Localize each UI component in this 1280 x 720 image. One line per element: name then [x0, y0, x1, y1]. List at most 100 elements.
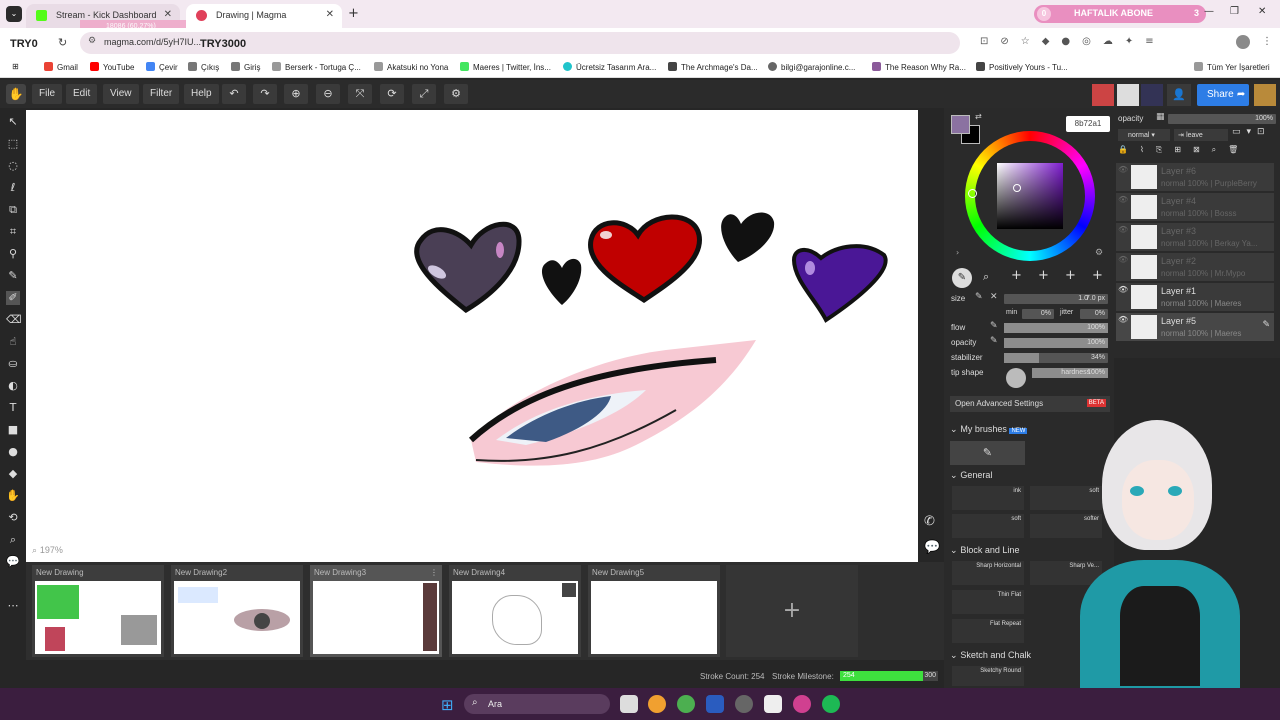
bookmark-akatsuki[interactable]: Akatsuki no Yona — [374, 62, 448, 72]
circle-icon[interactable]: ● — [6, 445, 20, 459]
avatar[interactable] — [1117, 84, 1139, 106]
close-window-button[interactable]: ✕ — [1258, 6, 1266, 17]
magma-logo-icon[interactable]: ✋ — [6, 84, 26, 104]
search-icon[interactable]: ⌕ — [983, 270, 989, 284]
brush-ink[interactable]: ink — [952, 486, 1024, 510]
text-icon[interactable]: T — [6, 401, 20, 415]
layer-item-selected[interactable]: 👁 Layer #5 normal 100% | Maeres ✎ — [1116, 313, 1274, 341]
layer-actions[interactable]: 🔒⌇⎘⊞⊠⌕🗑 — [1118, 145, 1278, 157]
task-view-icon[interactable] — [620, 695, 638, 713]
drawing-thumbnail[interactable]: New Drawing4 — [449, 565, 581, 657]
close-icon[interactable]: ✕ — [164, 9, 172, 20]
app-icon[interactable] — [793, 695, 811, 713]
layer-item[interactable]: 👁 Layer #3 normal 100% | Berkay Ya... — [1116, 223, 1274, 251]
avatar[interactable] — [1141, 84, 1163, 106]
color-picker-handle[interactable] — [1013, 184, 1021, 192]
redo-icon[interactable]: ↷ — [253, 84, 277, 104]
visibility-icon[interactable]: 👁 — [1118, 315, 1128, 324]
min-slider[interactable]: 0% — [1022, 309, 1054, 319]
more-tools-icon[interactable]: ⋯ — [6, 599, 20, 613]
visibility-icon[interactable]: 👁 — [1118, 255, 1128, 264]
saturation-value-square[interactable] — [997, 163, 1063, 229]
bookmark-cikis[interactable]: Çıkış — [188, 62, 219, 72]
visibility-icon[interactable]: 👁 — [1118, 165, 1128, 174]
zoom-icon[interactable]: ⌕ — [6, 533, 20, 547]
add-preset-icon[interactable]: + — [1092, 268, 1103, 283]
more-icon[interactable]: ⋮ — [1262, 36, 1272, 47]
flow-slider[interactable]: 100% — [1004, 323, 1108, 333]
hardness-slider[interactable]: hardness100% — [1032, 368, 1108, 378]
layer-toolbar-icons[interactable]: ▭▾⊡ — [1232, 127, 1271, 137]
add-user-button[interactable]: 👤 — [1167, 84, 1191, 106]
brush-thin-flat[interactable]: Thin Flat — [952, 590, 1024, 614]
tip-shape-circle[interactable] — [1006, 368, 1026, 388]
hand-icon[interactable]: ✋ — [6, 489, 20, 503]
menu-help[interactable]: Help — [184, 84, 219, 104]
chat-icon[interactable]: 💬 — [6, 555, 20, 569]
minimize-button[interactable]: — — [1204, 6, 1214, 17]
undo-icon[interactable]: ↶ — [222, 84, 246, 104]
chrome-icon[interactable] — [677, 695, 695, 713]
gear-icon[interactable]: ⚙ — [1095, 248, 1103, 258]
add-preset-icon[interactable]: + — [1038, 268, 1049, 283]
bookmark-maeres[interactable]: Maeres | Twitter, İns... — [460, 62, 551, 72]
layer-item[interactable]: 👁 Layer #4 normal 100% | Bosss — [1116, 193, 1274, 221]
swap-colors-icon[interactable]: ⇄ — [975, 112, 982, 121]
reload-icon[interactable]: ↻ — [58, 36, 67, 49]
bookmark-bilgi[interactable]: bilgi@garajonline.c... — [768, 62, 855, 72]
smudge-icon[interactable]: ☝ — [6, 335, 20, 349]
bookmark-canva[interactable]: Ücretsiz Tasarım Ara... — [563, 62, 656, 72]
layer-opacity-slider[interactable]: 100% — [1168, 114, 1276, 124]
add-preset-icon[interactable]: + — [1011, 268, 1022, 283]
taskbar-search[interactable]: ⌕ Ara — [464, 694, 610, 714]
avatar[interactable] — [1254, 84, 1276, 106]
size-slider[interactable]: 1.0 7.0 px — [1004, 294, 1108, 304]
leave-button[interactable]: ⇥ leave — [1174, 129, 1228, 141]
drawing-thumbnail[interactable]: New Drawing3 ⋮ — [310, 565, 442, 657]
spotify-icon[interactable] — [822, 695, 840, 713]
primary-color-swatch[interactable] — [951, 115, 970, 134]
flow-pressure-icon[interactable]: ✎ — [990, 321, 998, 331]
rectangle-icon[interactable]: ■ — [6, 423, 20, 437]
chat-bubble-icon[interactable]: 💬 — [924, 540, 940, 555]
brush-soft[interactable]: soft — [952, 514, 1024, 538]
bookmark-gmail[interactable]: Gmail — [44, 62, 78, 72]
app-icon[interactable] — [764, 695, 782, 713]
apps-icon[interactable]: ⊞ — [12, 62, 19, 71]
blend-mode-select[interactable]: normal ▾ — [1118, 129, 1170, 141]
bookmark-archmage[interactable]: The Archmage's Da... — [668, 62, 758, 72]
drawing-canvas[interactable] — [26, 110, 918, 562]
settings-icon[interactable]: ⚙ — [444, 84, 468, 104]
menu-view[interactable]: View — [103, 84, 139, 104]
lasso-icon[interactable]: ℓ — [6, 181, 20, 195]
transform-icon[interactable]: ⧉ — [6, 203, 20, 217]
bookmark-berserk[interactable]: Berserk - Tortuga Ç... — [272, 62, 361, 72]
brush-add-icon[interactable]: ✎ — [950, 441, 1025, 465]
app-icon[interactable] — [706, 695, 724, 713]
rotate-icon[interactable]: ⟳ — [380, 84, 404, 104]
brush-icon[interactable]: ✐ — [6, 291, 20, 305]
bookmark-cevir[interactable]: Çevir — [146, 62, 178, 72]
profile-avatar[interactable] — [1236, 35, 1250, 49]
hue-handle[interactable] — [968, 189, 977, 198]
shape-icon[interactable]: ◆ — [6, 467, 20, 481]
zoom-in-icon[interactable]: ⊕ — [284, 84, 308, 104]
layer-item[interactable]: 👁 Layer #1 normal 100% | Maeres — [1116, 283, 1274, 311]
paint-bucket-icon[interactable]: ⛀ — [6, 357, 20, 371]
drawing-thumbnail[interactable]: New Drawing2 — [171, 565, 303, 657]
brush-flat-repeat[interactable]: Flat Repeat — [952, 619, 1024, 643]
all-bookmarks[interactable]: Tüm Yer İşaretleri — [1194, 62, 1270, 72]
eraser-icon[interactable]: ⌫ — [6, 313, 22, 327]
maximize-button[interactable]: ❐ — [1230, 6, 1239, 17]
more-icon[interactable]: ⋮ — [430, 568, 438, 577]
visibility-icon[interactable]: 👁 — [1118, 285, 1128, 294]
bookmark-reason[interactable]: The Reason Why Ra... — [872, 62, 966, 72]
size-close-icon[interactable]: ✕ — [990, 292, 998, 302]
layer-item[interactable]: 👁 Layer #6 normal 100% | PurpleBerry — [1116, 163, 1274, 191]
size-pressure-icon[interactable]: ✎ — [975, 292, 983, 302]
fit-icon[interactable]: ⤧ — [348, 84, 372, 104]
share-button[interactable]: Share ➦ — [1197, 84, 1249, 106]
brush-sketchy-round[interactable]: Sketchy Round — [952, 666, 1024, 686]
fullscreen-icon[interactable]: ⤢ — [412, 84, 436, 104]
visibility-icon[interactable]: 👁 — [1118, 195, 1128, 204]
